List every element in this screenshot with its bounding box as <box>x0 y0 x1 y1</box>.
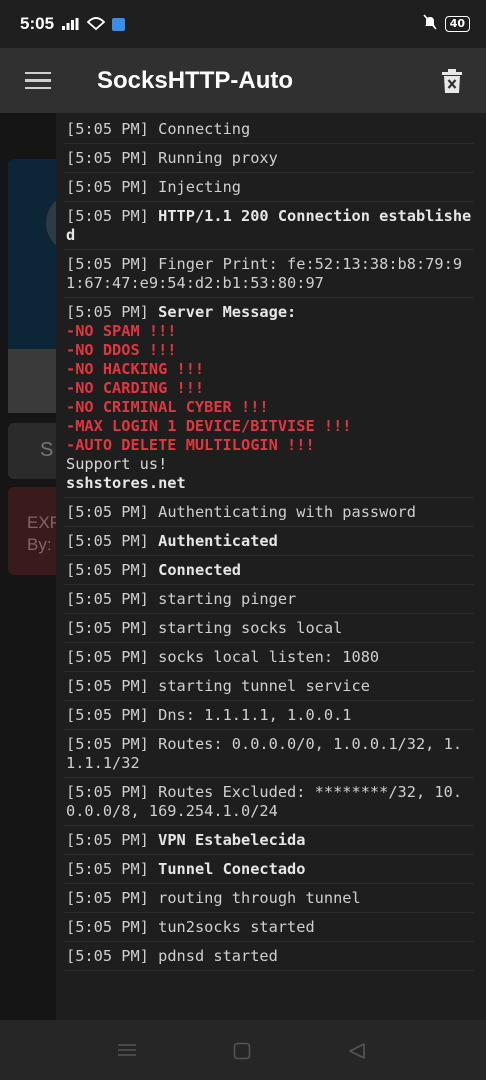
log-timestamp: [5:05 PM] <box>66 532 149 550</box>
log-entry: [5:05 PM] Routes: 0.0.0.0/0, 1.0.0.1/32,… <box>64 730 474 778</box>
log-message: Tunnel Conectado <box>158 860 306 878</box>
log-entry: [5:05 PM] Connecting <box>64 115 474 144</box>
log-timestamp: [5:05 PM] <box>66 677 149 695</box>
server-text-line: sshstores.net <box>66 474 186 492</box>
log-message: socks local listen: 1080 <box>158 648 380 666</box>
log-timestamp: [5:05 PM] <box>66 561 149 579</box>
log-message: starting tunnel service <box>158 677 370 695</box>
status-time: 5:05 <box>20 14 55 33</box>
clear-log-trash-icon[interactable] <box>442 68 462 94</box>
log-timestamp: [5:05 PM] <box>66 783 149 801</box>
log-message: tun2socks started <box>158 918 315 936</box>
app-title: SocksHTTP-Auto <box>97 66 294 94</box>
back-triangle-icon[interactable] <box>348 1042 366 1064</box>
status-bar: 5:05 40 <box>0 0 486 48</box>
vpn-key-icon <box>112 17 126 31</box>
log-entry: [5:05 PM] Routes Excluded: ********/32, … <box>64 778 474 826</box>
server-text-line: Support us! <box>66 455 168 473</box>
log-entry: [5:05 PM] Dns: 1.1.1.1, 1.0.0.1 <box>64 701 474 730</box>
log-entry: [5:05 PM] Tunnel Conectado <box>64 855 474 884</box>
log-timestamp: [5:05 PM] <box>66 860 149 878</box>
log-message: Running proxy <box>158 149 278 167</box>
log-list: [5:05 PM] Connecting [5:05 PM] Running pr… <box>56 113 486 971</box>
background-card-footer <box>8 349 56 413</box>
log-message: Injecting <box>158 178 241 196</box>
log-entry: [5:05 PM] starting tunnel service <box>64 672 474 701</box>
log-message: VPN Estabelecida <box>158 831 306 849</box>
server-message-body: -NO SPAM !!! -NO DDOS !!! -NO HACKING !!! -… <box>66 322 472 493</box>
log-entry: [5:05 PM] starting socks local <box>64 614 474 643</box>
server-rule-line: -NO HACKING !!! <box>66 360 205 378</box>
log-timestamp: [5:05 PM] <box>66 149 149 167</box>
log-entry: [5:05 PM] Authenticating with password <box>64 498 474 527</box>
background-card-letter: S <box>40 439 54 461</box>
log-message: Dns: 1.1.1.1, 1.0.0.1 <box>158 706 352 724</box>
log-timestamp: [5:05 PM] <box>66 918 149 936</box>
log-entry: [5:05 PM] starting pinger <box>64 585 474 614</box>
log-message: Connecting <box>158 120 251 138</box>
system-nav-bar <box>0 1020 486 1080</box>
log-entry: [5:05 PM] VPN Estabelecida <box>64 826 474 855</box>
vpn-shield-icon <box>86 16 106 32</box>
log-entry: [5:05 PM] Running proxy <box>64 144 474 173</box>
log-timestamp: [5:05 PM] <box>66 648 149 666</box>
server-rule-line: -AUTO DELETE MULTILOGIN !!! <box>66 436 315 454</box>
server-rule-line: -NO CARDING !!! <box>66 379 205 397</box>
log-timestamp: [5:05 PM] <box>66 120 149 138</box>
battery-indicator: 40 <box>444 16 470 32</box>
server-rule-line: -NO CRIMINAL CYBER !!! <box>66 398 269 416</box>
home-square-icon[interactable] <box>233 1042 251 1064</box>
log-panel[interactable]: [5:05 PM] Connecting [5:05 PM] Running pr… <box>56 113 486 1020</box>
menu-icon[interactable] <box>25 71 51 90</box>
log-timestamp: [5:05 PM] <box>66 590 149 608</box>
background-card-expiry: EXP By: <box>8 487 61 575</box>
log-message: Authenticating with password <box>158 503 416 521</box>
log-entry: [5:05 PM] tun2socks started <box>64 913 474 942</box>
background-card-button: S <box>8 423 56 479</box>
log-entry: [5:05 PM] Connected <box>64 556 474 585</box>
log-timestamp: [5:05 PM] <box>66 889 149 907</box>
log-timestamp: [5:05 PM] <box>66 619 149 637</box>
log-entry: [5:05 PM] routing through tunnel <box>64 884 474 913</box>
log-timestamp: [5:05 PM] <box>66 503 149 521</box>
log-message: pdnsd started <box>158 947 278 965</box>
server-rule-line: -MAX LOGIN 1 DEVICE/BITVISE !!! <box>66 417 352 435</box>
log-timestamp: [5:05 PM] <box>66 831 149 849</box>
server-rule-line: -NO DDOS !!! <box>66 341 177 359</box>
log-message: routing through tunnel <box>158 889 361 907</box>
log-entry: [5:05 PM] HTTP/1.1 200 Connection establ… <box>64 202 474 250</box>
log-timestamp: [5:05 PM] <box>66 207 149 225</box>
log-entry: [5:05 PM] Finger Print: fe:52:13:38:b8:7… <box>64 250 474 298</box>
log-timestamp: [5:05 PM] <box>66 947 149 965</box>
server-rule-line: -NO SPAM !!! <box>66 322 177 340</box>
log-message: starting pinger <box>158 590 297 608</box>
log-entry: [5:05 PM] Injecting <box>64 173 474 202</box>
log-message: starting socks local <box>158 619 343 637</box>
log-entry-server-message: [5:05 PM] Server Message: -NO SPAM !!! -NO… <box>64 298 474 498</box>
background-by-label: By: <box>27 535 52 554</box>
log-timestamp: [5:05 PM] <box>66 178 149 196</box>
signal-icon <box>62 18 80 30</box>
mute-bell-icon <box>423 14 437 34</box>
log-entry: [5:05 PM] pdnsd started <box>64 942 474 971</box>
log-timestamp: [5:05 PM] <box>66 255 149 273</box>
log-timestamp: [5:05 PM] <box>66 303 149 321</box>
log-timestamp: [5:05 PM] <box>66 706 149 724</box>
server-message-header: Server Message: <box>158 303 297 321</box>
log-entry: [5:05 PM] Authenticated <box>64 527 474 556</box>
log-message: Authenticated <box>158 532 278 550</box>
log-entry: [5:05 PM] socks local listen: 1080 <box>64 643 474 672</box>
log-timestamp: [5:05 PM] <box>66 735 149 753</box>
menu-nav-icon[interactable] <box>117 1042 137 1062</box>
app-toolbar: SocksHTTP-Auto <box>0 48 486 113</box>
log-message: Connected <box>158 561 241 579</box>
